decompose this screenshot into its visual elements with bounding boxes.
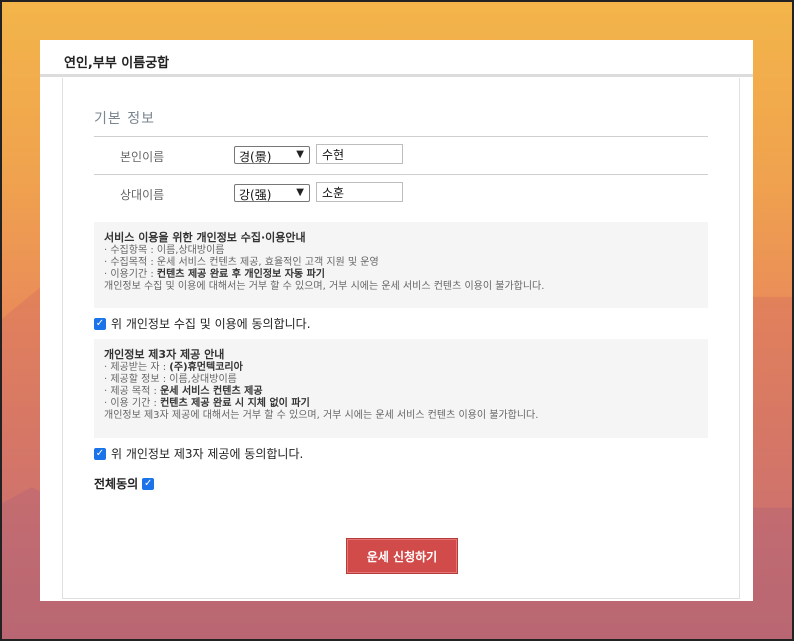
third-party-notice: 개인정보 제3자 제공 안내 · 제공받는 자 : (주)휴먼텍코리아 · 제공… [94, 339, 708, 438]
page-title: 연인,부부 이름궁합 [64, 56, 170, 71]
submit-button[interactable]: 운세 신청하기 [346, 538, 458, 574]
third-party-item: · 제공할 정보 : 이름,상대방이름 [104, 374, 237, 385]
privacy-item: · 이용기간 : 컨텐츠 제공 완료 후 개인정보 자동 파기 [104, 269, 698, 281]
partner-name-label: 상대이름 [120, 188, 165, 202]
third-party-agree-row[interactable]: ✓ 위 개인정보 제3자 제공에 동의합니다. [94, 445, 303, 462]
partner-name-input[interactable] [316, 182, 403, 202]
privacy-note: 개인정보 수집 및 이용에 대해서는 거부 할 수 있으며, 거부 시에는 운세… [104, 281, 545, 292]
privacy-item: · 수집목적 : 운세 서비스 컨텐츠 제공, 효율적인 고객 지원 및 운영 [104, 257, 379, 268]
privacy-item-value: 컨텐츠 제공 완료 후 개인정보 자동 파기 [156, 269, 325, 280]
third-party-item-value: 운세 서비스 컨텐츠 제공 [160, 386, 263, 397]
form-card: 연인,부부 이름궁합 기본 정보 본인이름 경(景) ▼ 상대이름 강(强) ▼… [40, 40, 753, 601]
partner-surname-value: 강(强) [239, 188, 272, 202]
all-agree-checkbox[interactable]: ✓ [142, 477, 155, 490]
self-surname-select[interactable]: 경(景) ▼ [234, 146, 310, 164]
row-divider [94, 174, 708, 175]
third-party-agree-checkbox[interactable]: ✓ [94, 447, 106, 460]
chevron-down-icon: ▼ [296, 149, 304, 160]
third-party-item-label: · 이용 기간 : [104, 398, 161, 409]
third-party-item-label: · 제공 목적 : [104, 386, 161, 397]
third-party-note: 개인정보 제3자 제공에 대해서는 거부 할 수 있으며, 거부 시에는 운세 … [104, 410, 539, 421]
self-name-label: 본인이름 [120, 150, 165, 164]
third-party-notice-title: 개인정보 제3자 제공 안내 [104, 348, 225, 361]
third-party-item: · 제공받는 자 : (주)휴먼텍코리아 [104, 362, 698, 374]
section-title: 기본 정보 [94, 111, 155, 127]
third-party-item-value: (주)휴먼텍코리아 [169, 362, 243, 373]
third-party-agree-label: 위 개인정보 제3자 제공에 동의합니다. [111, 447, 304, 461]
privacy-agree-label: 위 개인정보 수집 및 이용에 동의합니다. [111, 317, 311, 331]
chevron-down-icon: ▼ [296, 187, 304, 198]
privacy-notice-title: 서비스 이용을 위한 개인정보 수집·이용안내 [104, 231, 306, 244]
third-party-item-value: 컨텐츠 제공 완료 시 지체 없이 파기 [160, 398, 310, 409]
privacy-notice: 서비스 이용을 위한 개인정보 수집·이용안내 · 수집항목 : 이름,상대방이… [94, 222, 708, 308]
section-divider [94, 136, 708, 137]
third-party-item: · 이용 기간 : 컨텐츠 제공 완료 시 지체 없이 파기 [104, 398, 698, 410]
privacy-agree-checkbox[interactable]: ✓ [94, 317, 106, 330]
third-party-item-label: · 제공받는 자 : [104, 362, 170, 373]
third-party-item: · 제공 목적 : 운세 서비스 컨텐츠 제공 [104, 386, 698, 398]
privacy-agree-row[interactable]: ✓ 위 개인정보 수집 및 이용에 동의합니다. [94, 315, 311, 332]
title-divider [40, 74, 753, 77]
all-agree-label: 전체동의 [94, 477, 139, 491]
self-name-input[interactable] [316, 144, 403, 164]
self-surname-value: 경(景) [239, 150, 272, 164]
partner-surname-select[interactable]: 강(强) ▼ [234, 184, 310, 202]
privacy-item: · 수집항목 : 이름,상대방이름 [104, 245, 225, 256]
all-agree-row[interactable]: 전체동의 ✓ [94, 475, 155, 492]
privacy-item-label: · 이용기간 : [104, 269, 157, 280]
